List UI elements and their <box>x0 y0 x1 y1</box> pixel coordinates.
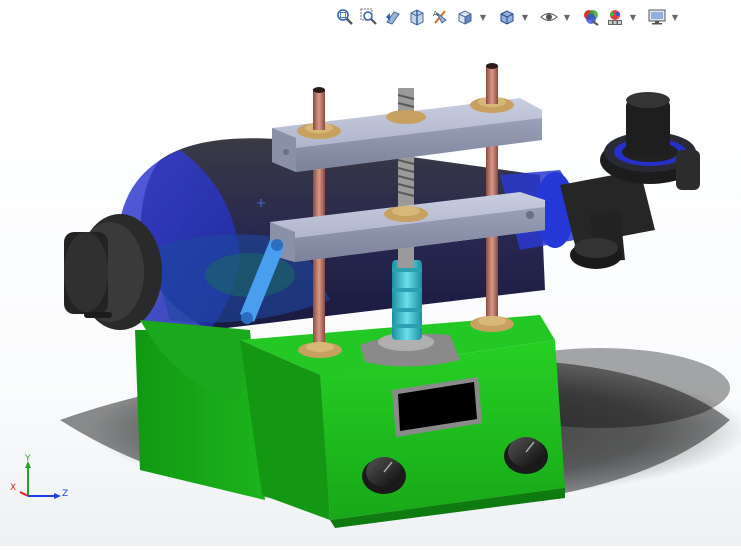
zoom-to-fit-icon[interactable] <box>334 6 356 28</box>
right-motor-assembly[interactable] <box>560 92 700 269</box>
view-orientation-icon[interactable] <box>454 6 476 28</box>
hide-show-items-icon[interactable] <box>538 6 560 28</box>
triad-x-axis <box>19 491 29 497</box>
triad-z-label: Z <box>62 489 68 499</box>
heads-up-view-toolbar: A ▼ ▼ ▼ ▼ ▼ <box>334 4 686 30</box>
left-drive-hub[interactable] <box>64 214 162 330</box>
hide-show-dropdown-icon[interactable]: ▼ <box>562 6 572 28</box>
svg-text:A: A <box>433 10 438 18</box>
apply-scene-dropdown-icon[interactable]: ▼ <box>628 6 638 28</box>
section-view-icon[interactable] <box>406 6 428 28</box>
previous-view-icon[interactable] <box>382 6 404 28</box>
spindle-shaft[interactable] <box>392 260 422 340</box>
display-style-dropdown-icon[interactable]: ▼ <box>520 6 530 28</box>
view-settings-dropdown-icon[interactable]: ▼ <box>670 6 680 28</box>
display-style-icon[interactable] <box>496 6 518 28</box>
zoom-to-area-icon[interactable] <box>358 6 380 28</box>
graphics-area[interactable] <box>0 0 741 546</box>
triad-x-label: X <box>10 483 16 493</box>
dynamic-annotation-views-icon[interactable]: A <box>430 6 452 28</box>
reference-triad: Y Z X <box>6 452 72 504</box>
apply-scene-icon[interactable] <box>604 6 626 28</box>
view-settings-icon[interactable] <box>646 6 668 28</box>
triad-y-label: Y <box>24 454 31 464</box>
3d-model-view[interactable] <box>0 0 741 546</box>
view-orientation-dropdown-icon[interactable]: ▼ <box>478 6 488 28</box>
edit-appearance-icon[interactable] <box>580 6 602 28</box>
green-base-housing[interactable] <box>135 315 565 528</box>
